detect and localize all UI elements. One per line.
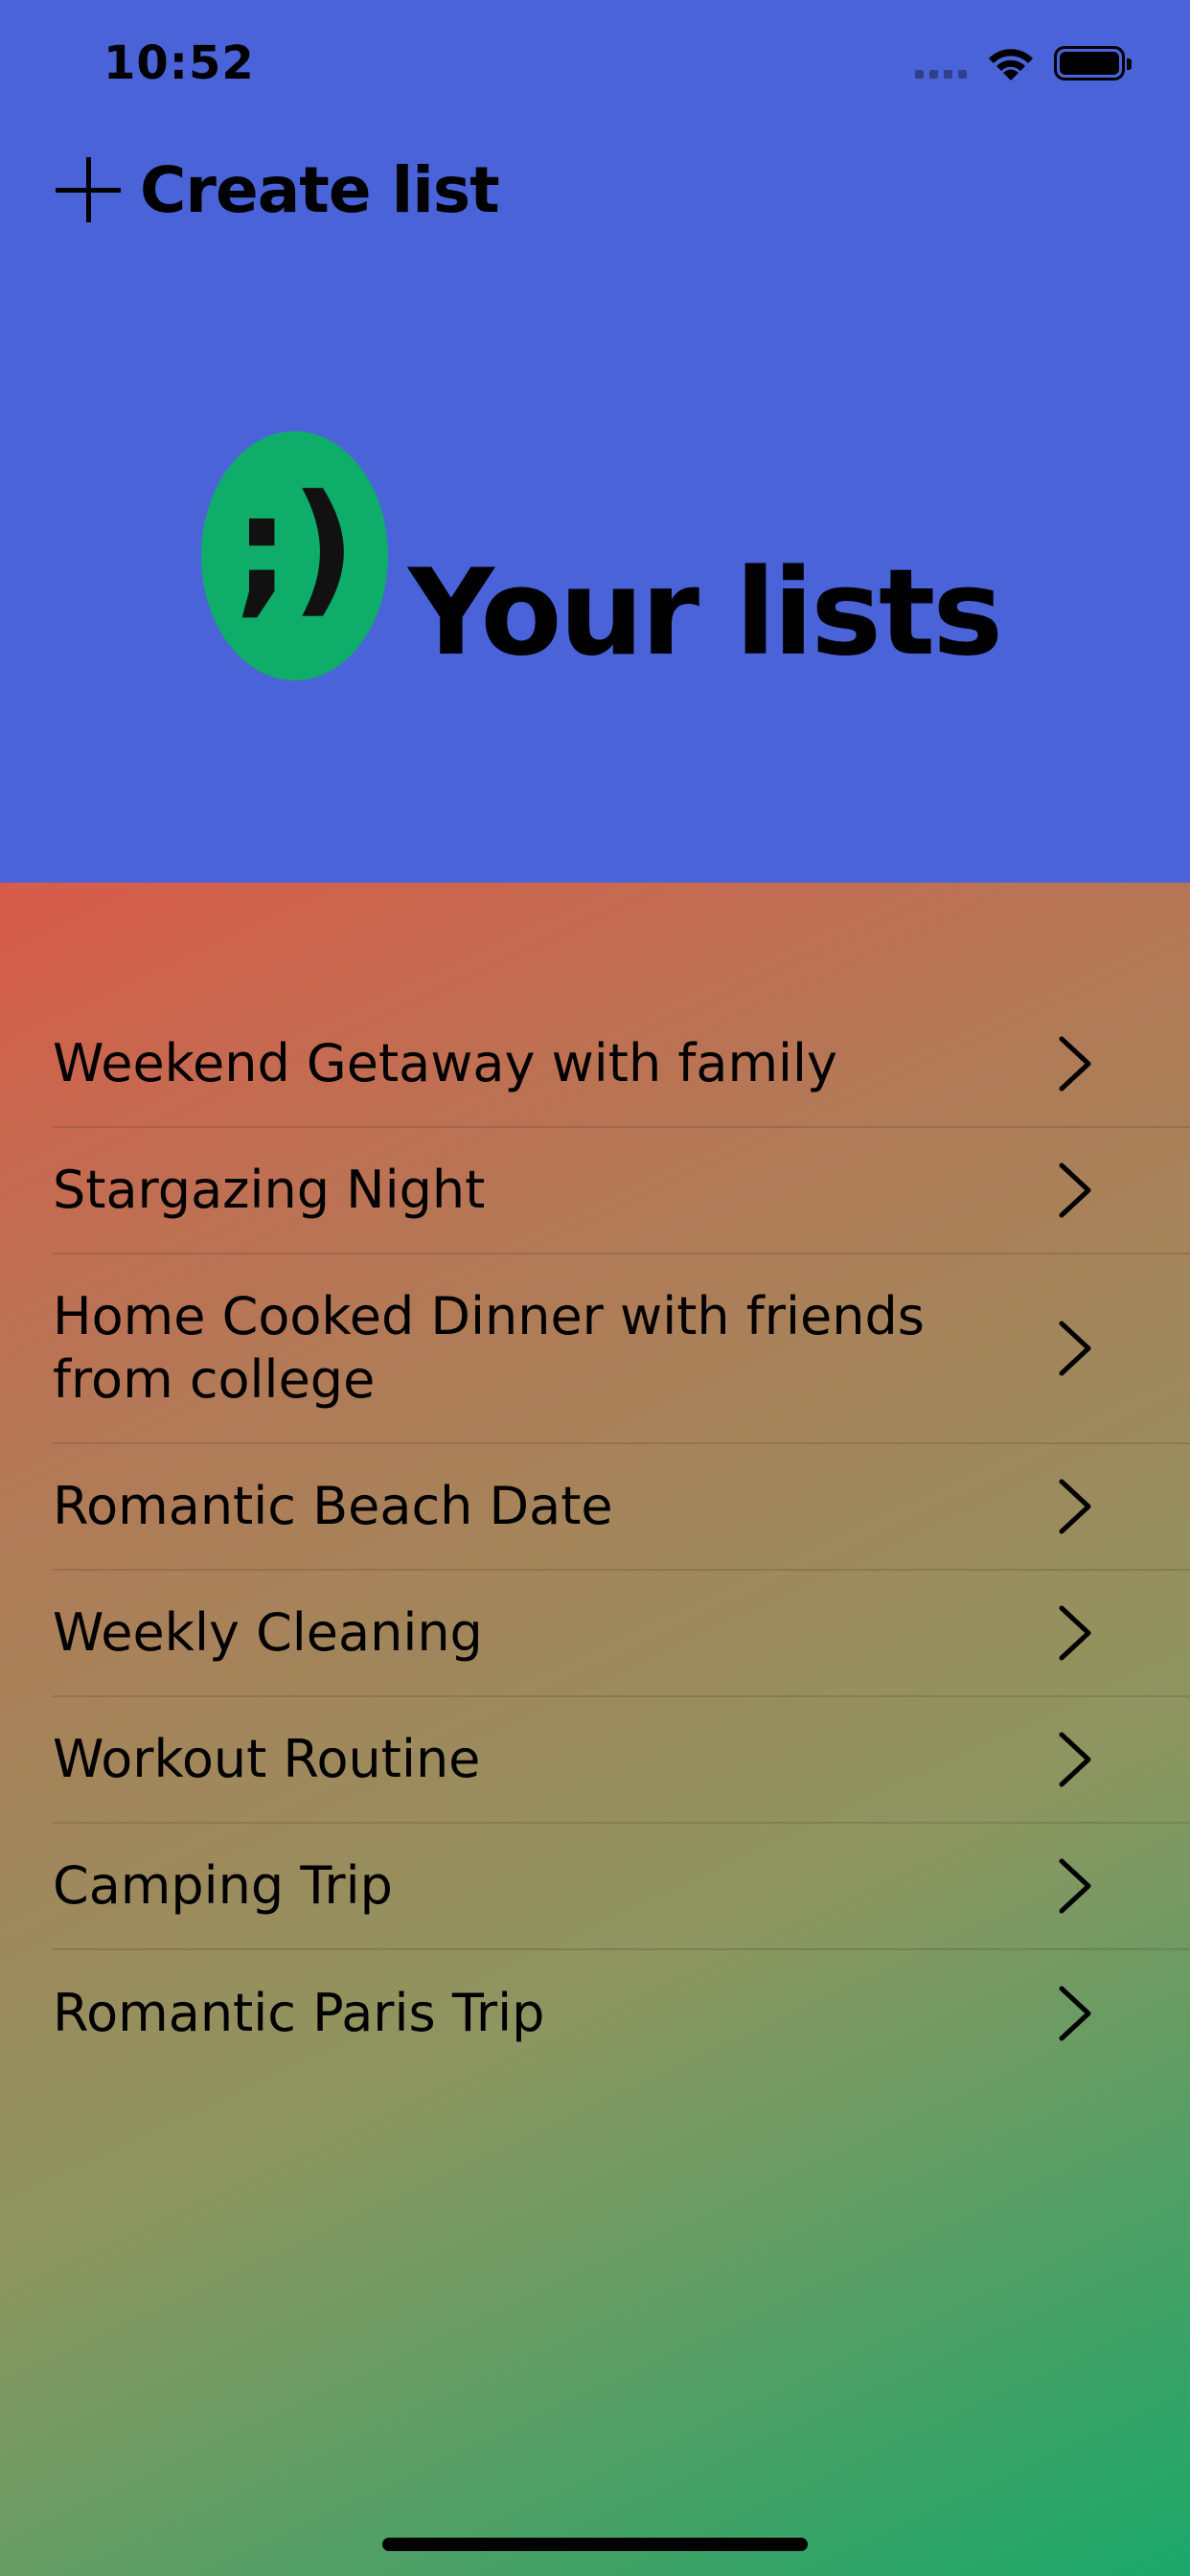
list-item[interactable]: Camping Trip bbox=[53, 1824, 1190, 1950]
plus-icon bbox=[56, 157, 121, 222]
list-item-label: Home Cooked Dinner with friends from col… bbox=[53, 1286, 925, 1410]
chevron-right-icon bbox=[1059, 1605, 1091, 1661]
create-list-label: Create list bbox=[140, 152, 500, 227]
app-logo: ;) bbox=[201, 431, 388, 680]
chevron-right-icon bbox=[1059, 1162, 1091, 1218]
chevron-right-icon bbox=[1059, 1036, 1091, 1092]
list-item-label: Weekend Getaway with family bbox=[53, 1033, 838, 1093]
list-item-label: Romantic Paris Trip bbox=[53, 1983, 545, 2043]
logo-glyph: ;) bbox=[233, 465, 356, 632]
list-item-label: Workout Routine bbox=[53, 1729, 481, 1789]
list-item[interactable]: Home Cooked Dinner with friends from col… bbox=[53, 1254, 1190, 1444]
list-item[interactable]: Weekend Getaway with family bbox=[53, 1001, 1190, 1128]
chevron-right-icon bbox=[1059, 1858, 1091, 1914]
list-item-label: Weekly Cleaning bbox=[53, 1602, 483, 1663]
wifi-icon bbox=[989, 49, 1033, 80]
chevron-right-icon bbox=[1059, 1732, 1091, 1787]
chevron-right-icon bbox=[1059, 1986, 1091, 2041]
cellular-signal-icon bbox=[915, 70, 967, 79]
status-time: 10:52 bbox=[103, 36, 255, 90]
list-item-label: Camping Trip bbox=[53, 1855, 393, 1916]
header: 10:52 Create list ;) Your lists bbox=[0, 0, 1190, 883]
page-title: Your lists bbox=[408, 544, 1003, 682]
list-item-label: Stargazing Night bbox=[53, 1160, 486, 1220]
list-item[interactable]: Workout Routine bbox=[53, 1697, 1190, 1824]
create-list-button[interactable]: Create list bbox=[56, 151, 500, 228]
list-item[interactable]: Stargazing Night bbox=[53, 1128, 1190, 1254]
home-indicator[interactable] bbox=[382, 2538, 808, 2551]
lists-panel: Weekend Getaway with family Stargazing N… bbox=[0, 883, 1190, 2576]
chevron-right-icon bbox=[1059, 1479, 1091, 1534]
chevron-right-icon bbox=[1059, 1321, 1091, 1376]
battery-icon bbox=[1054, 46, 1132, 80]
lists-list: Weekend Getaway with family Stargazing N… bbox=[53, 1001, 1190, 2077]
list-item[interactable]: Romantic Paris Trip bbox=[53, 1950, 1190, 2077]
list-item-label: Romantic Beach Date bbox=[53, 1476, 613, 1536]
list-item[interactable]: Romantic Beach Date bbox=[53, 1444, 1190, 1571]
list-item[interactable]: Weekly Cleaning bbox=[53, 1571, 1190, 1697]
